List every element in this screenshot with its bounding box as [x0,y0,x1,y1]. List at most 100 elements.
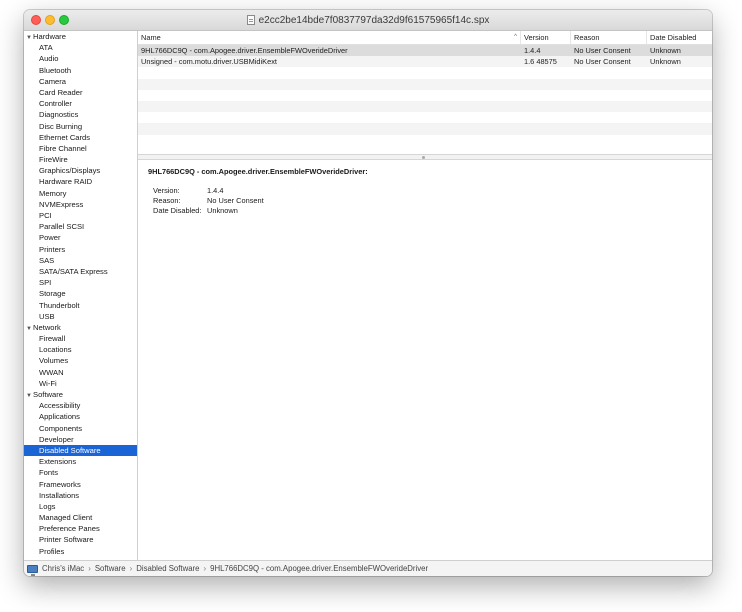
sidebar-item-installations[interactable]: Installations [24,490,137,501]
sidebar-item-preference-panes[interactable]: Preference Panes [24,523,137,534]
detail-field: Version: 1.4.4 [148,186,702,196]
sidebar-item-camera[interactable]: Camera [24,76,137,87]
cell-date-disabled: Unknown [650,57,681,67]
sidebar-item-diagnostics[interactable]: Diagnostics [24,109,137,120]
window-title-group: e2cc2be14bde7f0837797da32d9f61575965f14c… [24,10,712,30]
sidebar-item-wi-fi[interactable]: Wi-Fi [24,378,137,389]
sidebar: ▼Hardware ATA Audio Bluetooth Camera Card Rea… [24,31,138,561]
sidebar-item-frameworks[interactable]: Frameworks [24,479,137,490]
sidebar-item-wwan[interactable]: WWAN [24,367,137,378]
sidebar-item-disc-burning[interactable]: Disc Burning [24,121,137,132]
sidebar-section-network[interactable]: ▼Network [24,322,137,333]
detail-field: Date Disabled: Unknown [148,206,702,216]
sidebar-item-developer[interactable]: Developer [24,434,137,445]
sidebar-item-managed-client[interactable]: Managed Client [24,512,137,523]
sidebar-item-hardware-raid[interactable]: Hardware RAID [24,176,137,187]
detail-field-key: Date Disabled: [153,206,202,215]
divider-handle-icon[interactable] [422,155,425,159]
table-body: 9HL766DC9Q - com.Apogee.driver.EnsembleF… [138,45,712,146]
sidebar-item-logs[interactable]: Logs [24,501,137,512]
table-row-empty [138,90,712,101]
sidebar-item-graphics-displays[interactable]: Graphics/Displays [24,165,137,176]
sidebar-item-ethernet-cards[interactable]: Ethernet Cards [24,132,137,143]
sidebar-item-firewire[interactable]: FireWire [24,154,137,165]
window-title: e2cc2be14bde7f0837797da32d9f61575965f14c… [258,14,490,26]
sidebar-item-spi[interactable]: SPI [24,277,137,288]
sidebar-item-sata-sata-express[interactable]: SATA/SATA Express [24,266,137,277]
detail-field-key: Version: [153,186,180,195]
title-bar[interactable]: e2cc2be14bde7f0837797da32d9f61575965f14c… [24,10,712,31]
sidebar-item-locations[interactable]: Locations [24,344,137,355]
path-crumb[interactable]: Software [95,564,126,573]
table-row[interactable]: 9HL766DC9Q - com.Apogee.driver.EnsembleF… [138,45,712,57]
column-header-date-disabled[interactable]: Date Disabled [647,31,712,44]
sidebar-item-applications[interactable]: Applications [24,411,137,422]
path-crumb[interactable]: Chris's iMac [42,564,84,573]
table-header: Name ^ Version Reason Date Disabled [138,31,712,45]
sidebar-item-usb[interactable]: USB [24,311,137,322]
sidebar-item-volumes[interactable]: Volumes [24,355,137,366]
detail-field-value: No User Consent [207,196,264,205]
detail-title: 9HL766DC9Q - com.Apogee.driver.EnsembleF… [148,167,368,176]
path-crumb[interactable]: Disabled Software [136,564,199,573]
cell-reason: No User Consent [574,57,631,67]
cell-name: 9HL766DC9Q - com.Apogee.driver.EnsembleF… [141,46,348,55]
path-crumb[interactable]: 9HL766DC9Q - com.Apogee.driver.EnsembleF… [210,564,428,573]
sidebar-item-bluetooth[interactable]: Bluetooth [24,65,137,76]
sidebar-item-thunderbolt[interactable]: Thunderbolt [24,300,137,311]
sidebar-section-label: Hardware [33,32,66,41]
sidebar-item-storage[interactable]: Storage [24,288,137,299]
table-row-empty [138,112,712,123]
sort-ascending-icon: ^ [514,34,517,40]
chevron-right-icon: › [129,564,133,573]
sidebar-item-accessibility[interactable]: Accessibility [24,400,137,411]
sidebar-item-controller[interactable]: Controller [24,98,137,109]
imac-icon [27,564,38,576]
sidebar-item-extensions[interactable]: Extensions [24,456,137,467]
cell-version: 1.4.4 [524,46,541,55]
chevron-right-icon: › [203,564,207,573]
cell-reason: No User Consent [574,46,631,55]
disclosure-triangle-icon[interactable]: ▼ [26,324,33,333]
sidebar-item-components[interactable]: Components [24,423,137,434]
cell-date-disabled: Unknown [650,46,681,55]
sidebar-item-power[interactable]: Power [24,232,137,243]
detail-field-value: 1.4.4 [207,186,224,195]
table-row-empty [138,100,712,113]
column-header-name-label: Name [141,33,161,42]
table-row[interactable]: Unsigned - com.motu.driver.USBMidiKext 1.… [138,56,712,68]
sidebar-item-firewall[interactable]: Firewall [24,333,137,344]
sidebar-item-memory[interactable]: Memory [24,188,137,199]
detail-field-key: Reason: [153,196,181,205]
disclosure-triangle-icon[interactable]: ▼ [26,391,33,400]
sidebar-item-nvmexpress[interactable]: NVMExpress [24,199,137,210]
split-view-divider[interactable] [138,154,712,160]
sidebar-item-profiles[interactable]: Profiles [24,546,137,557]
detail-fields: Version: 1.4.4 Reason: No User Consent Date … [148,186,702,216]
sidebar-section-software[interactable]: ▼Software [24,389,137,400]
sidebar-item-ata[interactable]: ATA [24,42,137,53]
sidebar-item-printers[interactable]: Printers [24,244,137,255]
sidebar-item-audio[interactable]: Audio [24,53,137,64]
sidebar-item-sas[interactable]: SAS [24,255,137,266]
table-row-empty [138,67,712,78]
sidebar-item-fibre-channel[interactable]: Fibre Channel [24,143,137,154]
column-header-reason[interactable]: Reason [571,31,647,44]
disclosure-triangle-icon[interactable]: ▼ [26,33,33,42]
sidebar-item-pci[interactable]: PCI [24,210,137,221]
system-information-window: e2cc2be14bde7f0837797da32d9f61575965f14c… [24,10,712,576]
sidebar-item-card-reader[interactable]: Card Reader [24,87,137,98]
detail-field-value: Unknown [207,206,238,215]
main-pane: Name ^ Version Reason Date Disabled 9HL76… [138,31,712,561]
sidebar-section-hardware[interactable]: ▼Hardware [24,31,137,42]
sidebar-section-label: Network [33,322,61,332]
sidebar-item-disabled-software[interactable]: Disabled Software [24,444,137,457]
detail-pane: 9HL766DC9Q - com.Apogee.driver.EnsembleF… [148,167,702,216]
sidebar-section-label: Software [33,390,63,399]
column-header-name[interactable]: Name ^ [138,31,521,44]
sidebar-item-parallel-scsi[interactable]: Parallel SCSI [24,221,137,232]
column-header-version[interactable]: Version [521,31,571,44]
sidebar-item-printer-software[interactable]: Printer Software [24,534,137,545]
sidebar-item-fonts[interactable]: Fonts [24,467,137,478]
cell-version: 1.6 48575 [524,57,557,67]
